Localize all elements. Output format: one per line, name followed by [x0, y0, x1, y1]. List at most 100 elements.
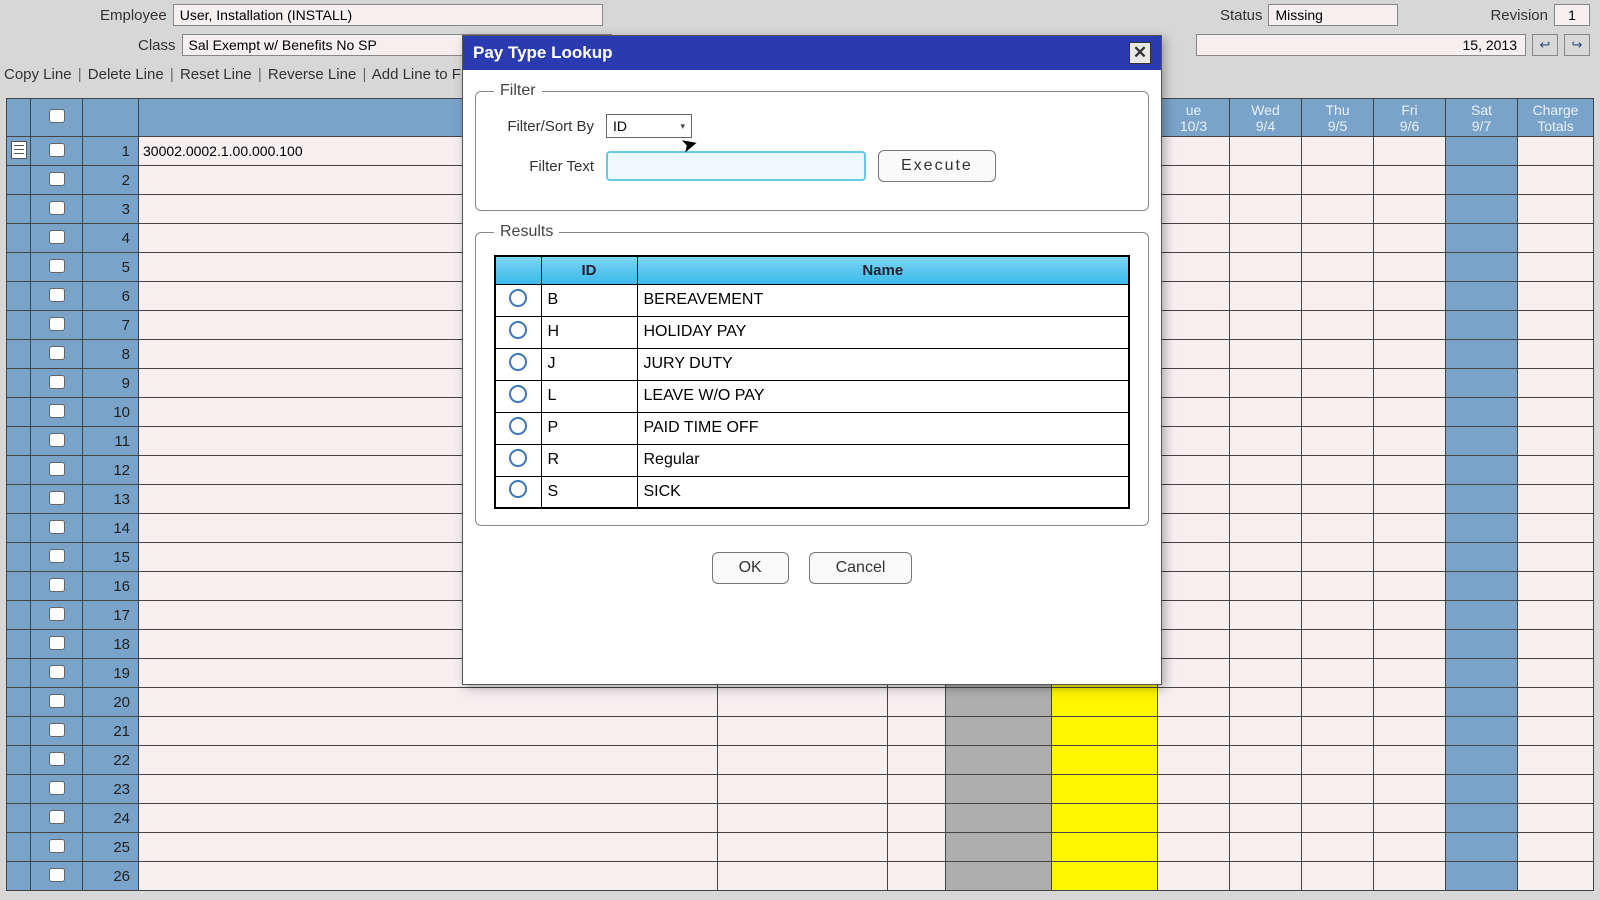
grid-day-cell[interactable] — [1446, 195, 1518, 224]
grid-day-cell[interactable] — [1302, 282, 1374, 311]
grid-day-cell[interactable] — [1302, 311, 1374, 340]
grid-day-cell[interactable] — [1158, 311, 1230, 340]
row-checkbox[interactable] — [49, 520, 65, 534]
results-header-name[interactable]: Name — [637, 256, 1129, 284]
grid-day-cell[interactable] — [1158, 804, 1230, 833]
radio-icon[interactable] — [509, 353, 527, 371]
grid-day-cell[interactable] — [1446, 224, 1518, 253]
grid-day-cell[interactable] — [1230, 688, 1302, 717]
grid-day-cell[interactable] — [1230, 601, 1302, 630]
grid-day-cell[interactable] — [1374, 514, 1446, 543]
result-radio-cell[interactable] — [495, 316, 541, 348]
next-period-button[interactable]: ↪ — [1564, 34, 1590, 56]
grid-cell[interactable] — [887, 775, 945, 804]
grid-cell[interactable] — [139, 833, 718, 862]
row-checkbox[interactable] — [49, 230, 65, 244]
grid-day-cell[interactable] — [1230, 224, 1302, 253]
grid-day-cell[interactable] — [1230, 514, 1302, 543]
grid-day-cell[interactable] — [1446, 340, 1518, 369]
grid-day-cell[interactable] — [1230, 282, 1302, 311]
grid-day-cell[interactable] — [1374, 485, 1446, 514]
row-checkbox[interactable] — [49, 752, 65, 766]
row-checkbox[interactable] — [49, 723, 65, 737]
grid-day-cell[interactable] — [1158, 630, 1230, 659]
results-header-id[interactable]: ID — [541, 256, 637, 284]
grid-cell[interactable] — [1051, 804, 1157, 833]
grid-day-cell[interactable] — [1446, 427, 1518, 456]
employee-field[interactable] — [173, 4, 603, 26]
grid-day-cell[interactable] — [1158, 862, 1230, 891]
grid-cell[interactable] — [1051, 862, 1157, 891]
add-line-link[interactable]: Add Line to F — [372, 66, 461, 83]
grid-day-cell[interactable] — [1158, 282, 1230, 311]
note-icon[interactable] — [11, 141, 27, 159]
grid-day-cell[interactable] — [1158, 137, 1230, 166]
grid-day-cell[interactable] — [1446, 369, 1518, 398]
grid-day-cell[interactable] — [1374, 746, 1446, 775]
grid-day-cell[interactable] — [1302, 804, 1374, 833]
grid-day-cell[interactable] — [1446, 804, 1518, 833]
grid-day-cell[interactable] — [1374, 659, 1446, 688]
grid-cell[interactable] — [139, 717, 718, 746]
grid-day-cell[interactable] — [1302, 166, 1374, 195]
result-radio-cell[interactable] — [495, 444, 541, 476]
grid-day-cell[interactable] — [1374, 311, 1446, 340]
grid-cell[interactable] — [717, 717, 887, 746]
row-checkbox[interactable] — [49, 462, 65, 476]
execute-button[interactable]: Execute — [878, 150, 996, 182]
grid-day-cell[interactable] — [1302, 485, 1374, 514]
copy-line-link[interactable]: Copy Line — [4, 66, 72, 83]
grid-day-cell[interactable] — [1230, 456, 1302, 485]
grid-day-cell[interactable] — [1446, 514, 1518, 543]
grid-day-cell[interactable] — [1158, 166, 1230, 195]
grid-day-cell[interactable] — [1446, 601, 1518, 630]
grid-day-cell[interactable] — [1158, 659, 1230, 688]
grid-day-cell[interactable] — [1446, 717, 1518, 746]
grid-day-cell[interactable] — [1374, 427, 1446, 456]
grid-day-cell[interactable] — [1374, 688, 1446, 717]
grid-day-cell[interactable] — [1374, 862, 1446, 891]
ok-button[interactable]: OK — [712, 552, 789, 584]
close-icon[interactable]: ✕ — [1129, 42, 1151, 64]
grid-cell[interactable] — [717, 804, 887, 833]
reset-line-link[interactable]: Reset Line — [180, 66, 252, 83]
grid-day-cell[interactable] — [1446, 282, 1518, 311]
grid-day-cell[interactable] — [1302, 398, 1374, 427]
grid-day-cell[interactable] — [1302, 688, 1374, 717]
grid-day-cell[interactable] — [1230, 746, 1302, 775]
grid-day-cell[interactable] — [1302, 659, 1374, 688]
grid-day-cell[interactable] — [1302, 427, 1374, 456]
grid-day-cell[interactable] — [1374, 543, 1446, 572]
grid-day-cell[interactable] — [1302, 456, 1374, 485]
grid-day-cell[interactable] — [1158, 688, 1230, 717]
row-checkbox[interactable] — [49, 317, 65, 331]
grid-day-cell[interactable] — [1302, 224, 1374, 253]
grid-day-cell[interactable] — [1374, 282, 1446, 311]
row-checkbox[interactable] — [49, 694, 65, 708]
grid-day-cell[interactable] — [1302, 195, 1374, 224]
grid-day-cell[interactable] — [1302, 340, 1374, 369]
status-field[interactable] — [1268, 4, 1398, 26]
grid-day-cell[interactable] — [1230, 717, 1302, 746]
row-checkbox[interactable] — [49, 839, 65, 853]
grid-cell[interactable] — [717, 862, 887, 891]
grid-day-cell[interactable] — [1302, 543, 1374, 572]
grid-day-cell[interactable] — [1374, 369, 1446, 398]
radio-icon[interactable] — [509, 480, 527, 498]
grid-day-cell[interactable] — [1158, 601, 1230, 630]
grid-cell[interactable] — [945, 862, 1051, 891]
grid-day-cell[interactable] — [1230, 833, 1302, 862]
row-checkbox[interactable] — [49, 375, 65, 389]
grid-cell[interactable] — [887, 717, 945, 746]
grid-day-cell[interactable] — [1158, 253, 1230, 282]
grid-day-cell[interactable] — [1230, 166, 1302, 195]
grid-cell[interactable] — [717, 833, 887, 862]
grid-day-cell[interactable] — [1446, 746, 1518, 775]
grid-day-cell[interactable] — [1230, 862, 1302, 891]
grid-day-cell[interactable] — [1230, 485, 1302, 514]
grid-day-cell[interactable] — [1374, 456, 1446, 485]
grid-day-cell[interactable] — [1230, 398, 1302, 427]
grid-cell[interactable] — [1051, 775, 1157, 804]
grid-cell[interactable] — [945, 833, 1051, 862]
row-checkbox[interactable] — [49, 607, 65, 621]
